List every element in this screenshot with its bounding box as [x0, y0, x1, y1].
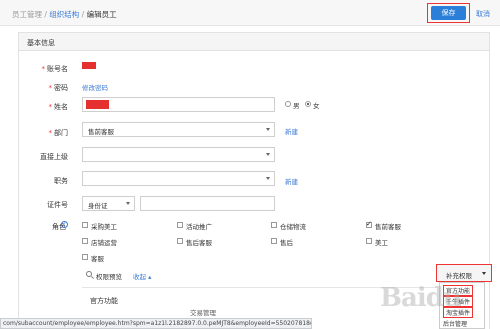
- role-label: 角色: [52, 223, 66, 231]
- help-icon[interactable]: ?: [61, 221, 68, 228]
- department-new-link[interactable]: 新建: [285, 126, 298, 136]
- breadcrumb: 员工管理 / 组织结构 / 编辑员工: [12, 10, 117, 19]
- role-checkbox[interactable]: [366, 238, 372, 244]
- role-checkbox-label: 售前客服: [375, 223, 401, 231]
- gender-male-label: 男: [293, 102, 300, 110]
- cancel-link[interactable]: 取消: [476, 9, 490, 19]
- position-label: 职务: [54, 177, 68, 185]
- breadcrumb-employee-mgmt[interactable]: 员工管理: [12, 10, 42, 19]
- role-checkbox-label: 售后客服: [186, 239, 212, 247]
- id-number-field[interactable]: [140, 196, 275, 211]
- panel-title: 基本信息: [27, 39, 55, 47]
- permission-preview-label: 权限预览: [96, 273, 122, 281]
- id-label: 证件号: [47, 201, 68, 209]
- role-checkbox[interactable]: [271, 222, 277, 228]
- save-button[interactable]: 保存: [431, 6, 466, 20]
- status-bar-url: com/subaccount/employee/employee.htm?spm…: [0, 318, 312, 329]
- role-checkbox-label: 客服: [91, 255, 104, 263]
- panel-header: 基本信息: [19, 33, 489, 51]
- role-checkbox[interactable]: [82, 238, 88, 244]
- breadcrumb-current: 编辑员工: [86, 10, 117, 19]
- role-checkbox[interactable]: [82, 254, 88, 260]
- breadcrumb-org-structure[interactable]: 组织结构: [49, 10, 79, 19]
- gender-female-label: 女: [313, 102, 320, 110]
- role-checkbox[interactable]: [366, 220, 372, 228]
- account-label: * 账号名: [41, 65, 69, 73]
- role-checkbox-label: 店铺运营: [91, 239, 117, 247]
- name-value-redacted: [86, 100, 109, 109]
- role-checkbox-label: 采购美工: [91, 223, 117, 231]
- role-checkbox-label: 售后: [280, 239, 293, 247]
- department-select[interactable]: 售前客服: [82, 122, 275, 137]
- role-checkbox-label: 仓储物流: [280, 223, 306, 231]
- collapse-link[interactable]: 收起 ▴: [133, 271, 151, 281]
- chevron-down-icon: [266, 153, 270, 156]
- reset-password-link[interactable]: 修改密码: [82, 82, 108, 92]
- supervisor-select[interactable]: [82, 147, 275, 162]
- role-checkbox[interactable]: [177, 238, 183, 244]
- top-bar: 员工管理 / 组织结构 / 编辑员工 保存 取消: [0, 0, 500, 26]
- search-icon: [86, 271, 92, 277]
- id-type-select[interactable]: 身份证: [82, 196, 135, 211]
- gender-male-radio[interactable]: [285, 101, 291, 107]
- position-new-link[interactable]: 新建: [285, 176, 298, 186]
- department-label: * 部门: [48, 129, 69, 137]
- role-checkbox-label: 活动推广: [186, 223, 212, 231]
- password-label: * 密码: [48, 84, 69, 92]
- official-functions-title: 官方功能: [90, 297, 118, 305]
- role-checkbox-label: 美工: [375, 239, 388, 247]
- chevron-down-icon: [266, 177, 270, 180]
- account-name-redacted: [82, 62, 96, 69]
- chevron-down-icon: [482, 272, 486, 275]
- baidu-watermark: Baidu: [380, 283, 462, 313]
- supervisor-label: 直接上级: [40, 153, 68, 161]
- name-label: * 姓名: [48, 103, 69, 111]
- trade-management-label: 交易管理: [190, 309, 216, 317]
- chevron-down-icon: [126, 202, 130, 205]
- name-field[interactable]: [82, 97, 275, 112]
- position-select[interactable]: [82, 171, 275, 186]
- chevron-down-icon: [266, 128, 270, 131]
- role-checkbox[interactable]: [82, 222, 88, 228]
- add-permission-button[interactable]: 补充权限: [436, 264, 492, 282]
- role-checkbox[interactable]: [271, 238, 277, 244]
- gender-female-radio[interactable]: [305, 101, 311, 107]
- dropdown-item-backend[interactable]: 后台管理: [443, 319, 467, 328]
- role-checkbox[interactable]: [177, 222, 183, 228]
